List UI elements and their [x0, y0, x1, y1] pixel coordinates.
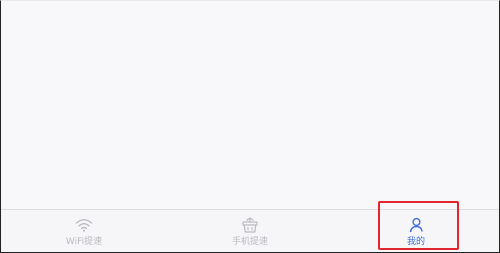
tab-mine[interactable]: 我的: [333, 210, 499, 252]
bottom-tab-bar: WiFi提速 手机提速 我的: [1, 209, 499, 252]
wifi-icon: [74, 216, 94, 234]
tab-mine-label: 我的: [406, 237, 425, 247]
app-window: WiFi提速 手机提速 我的: [0, 0, 500, 253]
tab-wifi-speedup-label: WiFi提速: [65, 237, 103, 247]
user-icon: [406, 216, 426, 234]
tab-wifi-speedup[interactable]: WiFi提速: [1, 210, 167, 252]
main-content-area: [1, 1, 499, 209]
tab-phone-speedup-label: 手机提速: [231, 237, 268, 247]
basket-icon: [240, 216, 260, 234]
tab-phone-speedup[interactable]: 手机提速: [167, 210, 333, 252]
